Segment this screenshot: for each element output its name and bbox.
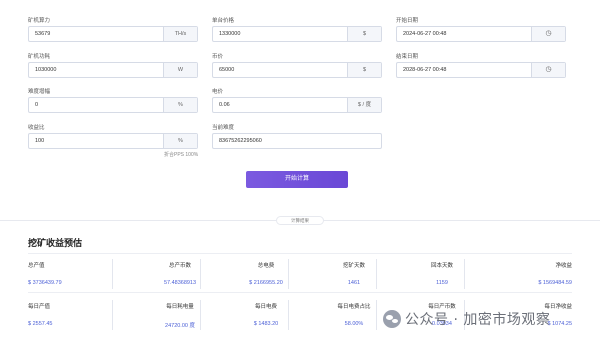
stat-label: 每日电费占比	[337, 304, 371, 310]
revenue-ratio-field[interactable]: 100 %	[28, 133, 198, 149]
watermark-text: 公众号 · 加密市场观察	[405, 312, 551, 328]
stat-value: $ 1483.20	[253, 321, 279, 327]
unit-price-label: 单台价格	[212, 18, 235, 24]
stat-row1-3: 挖矿天数 1461	[314, 261, 394, 286]
coin-price-input[interactable]: 65000	[213, 63, 347, 77]
difficulty-growth-input[interactable]: 0	[29, 98, 163, 112]
stat-label: 每日电费	[254, 304, 277, 310]
start-date-label: 开始日期	[396, 18, 419, 24]
power-input[interactable]: 1030000	[29, 63, 163, 77]
stat-label: 总产值	[28, 263, 45, 269]
stat-row2-1: 每日耗电量 24720.00 度	[140, 302, 220, 329]
coin-price-label: 币价	[212, 54, 224, 60]
stat-separator	[376, 259, 377, 289]
clock-icon[interactable]: ◷	[531, 63, 565, 77]
results-top-line	[28, 253, 572, 254]
stat-value: $ 2557.45	[28, 321, 53, 327]
stat-value: 24720.00 度	[165, 323, 195, 329]
stat-row2-0: 每日产值 $ 2557.45	[28, 302, 108, 327]
hashrate-label: 矿机算力	[28, 18, 51, 24]
calculate-button[interactable]: 开始计算	[246, 171, 348, 188]
stat-separator	[112, 259, 113, 289]
stat-row1-5: 净收益 $ 1569484.59	[492, 261, 572, 286]
stat-separator	[200, 300, 201, 330]
stat-label: 每日耗电量	[166, 304, 194, 310]
stat-label: 挖矿天数	[342, 263, 365, 269]
stat-separator	[288, 259, 289, 289]
stat-label: 回本天数	[430, 263, 453, 269]
difficulty-growth-field[interactable]: 0 %	[28, 97, 198, 113]
stat-separator	[464, 259, 465, 289]
stat-label: 总电费	[257, 263, 275, 269]
revenue-ratio-input[interactable]: 100	[29, 134, 163, 148]
stat-value: $ 3736439.79	[28, 280, 62, 286]
stat-value: 1159	[436, 280, 448, 286]
revenue-ratio-unit: %	[163, 134, 197, 148]
hashrate-unit: TH/s	[163, 27, 197, 41]
stat-separator	[376, 300, 377, 330]
watermark: 公众号 · 加密市场观察	[383, 309, 550, 329]
stat-row2-2: 每日电费 $ 1483.20	[226, 302, 306, 327]
end-date-field[interactable]: 2028-06-27 00:48 ◷	[396, 62, 566, 78]
difficulty-growth-label: 难度增幅	[28, 89, 51, 95]
stat-row1-4: 回本天数 1159	[402, 261, 482, 286]
clock-icon[interactable]: ◷	[531, 27, 565, 41]
revenue-ratio-label: 收益比	[28, 125, 45, 131]
hashrate-input[interactable]: 53679	[29, 27, 163, 41]
stat-row1-2: 总电费 $ 2166955.20	[226, 261, 306, 286]
stat-separator	[288, 300, 289, 330]
start-date-input[interactable]: 2024-06-27 00:48	[397, 27, 531, 41]
stat-label: 净收益	[555, 263, 572, 269]
power-label: 矿机功耗	[28, 54, 51, 60]
results-title: 挖矿收益预估	[28, 238, 83, 248]
wechat-icon	[383, 310, 401, 328]
stat-value: $ 1569484.59	[538, 280, 572, 286]
electricity-field[interactable]: 0.06 $ / 度	[212, 97, 382, 113]
unit-price-input[interactable]: 1330000	[213, 27, 347, 41]
stat-value: $ 2166955.20	[249, 280, 283, 286]
power-unit: W	[163, 63, 197, 77]
stat-separator	[112, 300, 113, 330]
electricity-unit: $ / 度	[347, 98, 381, 112]
end-date-input[interactable]: 2028-06-27 00:48	[397, 63, 531, 77]
stat-row1-1: 总产币数 57.48368913	[140, 261, 220, 286]
hashrate-field[interactable]: 53679 TH/s	[28, 26, 198, 42]
results-mid-line	[28, 292, 572, 293]
unit-price-unit: $	[347, 27, 381, 41]
stat-row2-3: 每日电费占比 58.00%	[314, 302, 394, 327]
difficulty-growth-unit: %	[163, 98, 197, 112]
power-field[interactable]: 1030000 W	[28, 62, 198, 78]
current-difficulty-input[interactable]: 83675262295060	[213, 134, 381, 148]
coin-price-unit: $	[347, 63, 381, 77]
unit-price-field[interactable]: 1330000 $	[212, 26, 382, 42]
electricity-label: 电价	[212, 89, 224, 95]
stat-row1-0: 总产值 $ 3736439.79	[28, 261, 108, 286]
divider-label: 计算结果	[276, 216, 324, 225]
stat-label: 每日产值	[28, 304, 51, 310]
current-difficulty-field[interactable]: 83675262295060	[212, 133, 382, 149]
stat-value: 57.48368913	[163, 280, 197, 286]
start-date-field[interactable]: 2024-06-27 00:48 ◷	[396, 26, 566, 42]
electricity-input[interactable]: 0.06	[213, 98, 347, 112]
stat-separator	[200, 259, 201, 289]
stat-value: 1461	[347, 280, 361, 286]
stat-value: 58.00%	[344, 321, 364, 327]
coin-price-field[interactable]: 65000 $	[212, 62, 382, 78]
pps-note: 折合PPS 100%	[164, 152, 199, 158]
end-date-label: 结束日期	[396, 54, 419, 60]
current-difficulty-label: 当前难度	[212, 125, 235, 131]
stat-label: 总产币数	[168, 263, 191, 269]
